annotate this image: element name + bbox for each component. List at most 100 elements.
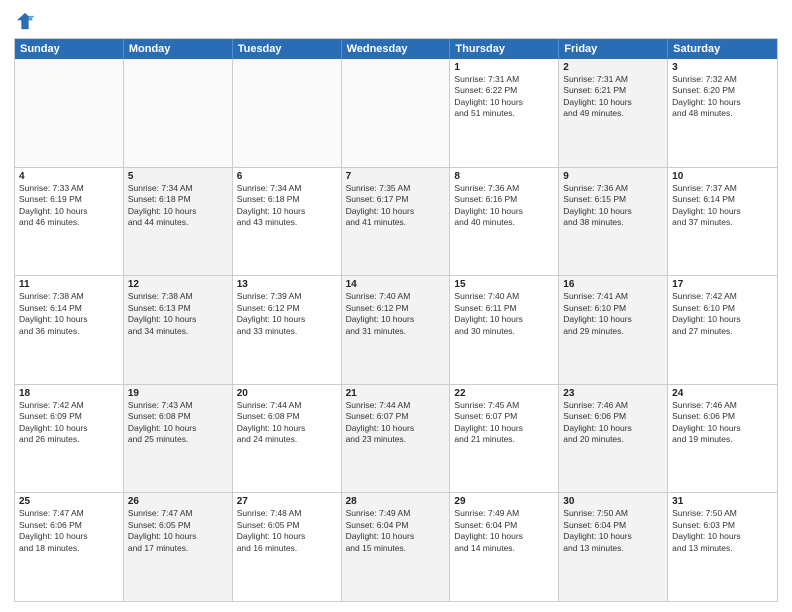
- day-number: 21: [346, 388, 446, 399]
- day-info: Sunrise: 7:42 AM Sunset: 6:09 PM Dayligh…: [19, 400, 119, 446]
- day-number: 16: [563, 279, 663, 290]
- day-cell-13: 13Sunrise: 7:39 AM Sunset: 6:12 PM Dayli…: [233, 276, 342, 384]
- day-info: Sunrise: 7:34 AM Sunset: 6:18 PM Dayligh…: [237, 183, 337, 229]
- day-info: Sunrise: 7:45 AM Sunset: 6:07 PM Dayligh…: [454, 400, 554, 446]
- empty-cell-0-2: [233, 59, 342, 167]
- day-info: Sunrise: 7:49 AM Sunset: 6:04 PM Dayligh…: [346, 508, 446, 554]
- day-info: Sunrise: 7:50 AM Sunset: 6:03 PM Dayligh…: [672, 508, 773, 554]
- day-info: Sunrise: 7:38 AM Sunset: 6:13 PM Dayligh…: [128, 291, 228, 337]
- day-number: 4: [19, 171, 119, 182]
- day-cell-16: 16Sunrise: 7:41 AM Sunset: 6:10 PM Dayli…: [559, 276, 668, 384]
- day-number: 1: [454, 62, 554, 73]
- day-cell-4: 4Sunrise: 7:33 AM Sunset: 6:19 PM Daylig…: [15, 168, 124, 276]
- weekday-header-monday: Monday: [124, 39, 233, 59]
- day-info: Sunrise: 7:47 AM Sunset: 6:06 PM Dayligh…: [19, 508, 119, 554]
- header: [14, 10, 778, 32]
- day-info: Sunrise: 7:31 AM Sunset: 6:22 PM Dayligh…: [454, 74, 554, 120]
- day-info: Sunrise: 7:47 AM Sunset: 6:05 PM Dayligh…: [128, 508, 228, 554]
- day-number: 3: [672, 62, 773, 73]
- day-number: 12: [128, 279, 228, 290]
- day-info: Sunrise: 7:40 AM Sunset: 6:12 PM Dayligh…: [346, 291, 446, 337]
- day-number: 24: [672, 388, 773, 399]
- day-info: Sunrise: 7:46 AM Sunset: 6:06 PM Dayligh…: [563, 400, 663, 446]
- day-number: 13: [237, 279, 337, 290]
- day-cell-11: 11Sunrise: 7:38 AM Sunset: 6:14 PM Dayli…: [15, 276, 124, 384]
- day-cell-10: 10Sunrise: 7:37 AM Sunset: 6:14 PM Dayli…: [668, 168, 777, 276]
- day-number: 14: [346, 279, 446, 290]
- day-cell-19: 19Sunrise: 7:43 AM Sunset: 6:08 PM Dayli…: [124, 385, 233, 493]
- day-cell-18: 18Sunrise: 7:42 AM Sunset: 6:09 PM Dayli…: [15, 385, 124, 493]
- day-info: Sunrise: 7:36 AM Sunset: 6:16 PM Dayligh…: [454, 183, 554, 229]
- day-info: Sunrise: 7:40 AM Sunset: 6:11 PM Dayligh…: [454, 291, 554, 337]
- day-number: 30: [563, 496, 663, 507]
- day-number: 17: [672, 279, 773, 290]
- weekday-header-wednesday: Wednesday: [342, 39, 451, 59]
- day-number: 19: [128, 388, 228, 399]
- day-info: Sunrise: 7:42 AM Sunset: 6:10 PM Dayligh…: [672, 291, 773, 337]
- day-info: Sunrise: 7:46 AM Sunset: 6:06 PM Dayligh…: [672, 400, 773, 446]
- day-number: 6: [237, 171, 337, 182]
- day-number: 15: [454, 279, 554, 290]
- empty-cell-0-1: [124, 59, 233, 167]
- weekday-header-saturday: Saturday: [668, 39, 777, 59]
- weekday-header-tuesday: Tuesday: [233, 39, 342, 59]
- weekday-header-sunday: Sunday: [15, 39, 124, 59]
- day-number: 29: [454, 496, 554, 507]
- day-number: 10: [672, 171, 773, 182]
- day-number: 2: [563, 62, 663, 73]
- calendar-row-4: 18Sunrise: 7:42 AM Sunset: 6:09 PM Dayli…: [15, 385, 777, 494]
- day-cell-31: 31Sunrise: 7:50 AM Sunset: 6:03 PM Dayli…: [668, 493, 777, 601]
- weekday-header-friday: Friday: [559, 39, 668, 59]
- day-number: 22: [454, 388, 554, 399]
- day-info: Sunrise: 7:36 AM Sunset: 6:15 PM Dayligh…: [563, 183, 663, 229]
- day-number: 5: [128, 171, 228, 182]
- day-info: Sunrise: 7:41 AM Sunset: 6:10 PM Dayligh…: [563, 291, 663, 337]
- day-number: 9: [563, 171, 663, 182]
- calendar-body: 1Sunrise: 7:31 AM Sunset: 6:22 PM Daylig…: [15, 59, 777, 601]
- day-cell-24: 24Sunrise: 7:46 AM Sunset: 6:06 PM Dayli…: [668, 385, 777, 493]
- day-number: 25: [19, 496, 119, 507]
- day-info: Sunrise: 7:38 AM Sunset: 6:14 PM Dayligh…: [19, 291, 119, 337]
- weekday-header-thursday: Thursday: [450, 39, 559, 59]
- day-info: Sunrise: 7:32 AM Sunset: 6:20 PM Dayligh…: [672, 74, 773, 120]
- day-cell-28: 28Sunrise: 7:49 AM Sunset: 6:04 PM Dayli…: [342, 493, 451, 601]
- day-number: 20: [237, 388, 337, 399]
- page: SundayMondayTuesdayWednesdayThursdayFrid…: [0, 0, 792, 612]
- day-cell-20: 20Sunrise: 7:44 AM Sunset: 6:08 PM Dayli…: [233, 385, 342, 493]
- logo-icon: [14, 10, 36, 32]
- day-cell-21: 21Sunrise: 7:44 AM Sunset: 6:07 PM Dayli…: [342, 385, 451, 493]
- day-info: Sunrise: 7:33 AM Sunset: 6:19 PM Dayligh…: [19, 183, 119, 229]
- day-info: Sunrise: 7:50 AM Sunset: 6:04 PM Dayligh…: [563, 508, 663, 554]
- day-number: 23: [563, 388, 663, 399]
- day-info: Sunrise: 7:43 AM Sunset: 6:08 PM Dayligh…: [128, 400, 228, 446]
- day-number: 18: [19, 388, 119, 399]
- day-cell-14: 14Sunrise: 7:40 AM Sunset: 6:12 PM Dayli…: [342, 276, 451, 384]
- day-cell-2: 2Sunrise: 7:31 AM Sunset: 6:21 PM Daylig…: [559, 59, 668, 167]
- day-cell-22: 22Sunrise: 7:45 AM Sunset: 6:07 PM Dayli…: [450, 385, 559, 493]
- day-number: 26: [128, 496, 228, 507]
- day-number: 11: [19, 279, 119, 290]
- empty-cell-0-3: [342, 59, 451, 167]
- day-info: Sunrise: 7:34 AM Sunset: 6:18 PM Dayligh…: [128, 183, 228, 229]
- day-info: Sunrise: 7:31 AM Sunset: 6:21 PM Dayligh…: [563, 74, 663, 120]
- calendar-row-1: 1Sunrise: 7:31 AM Sunset: 6:22 PM Daylig…: [15, 59, 777, 168]
- day-cell-25: 25Sunrise: 7:47 AM Sunset: 6:06 PM Dayli…: [15, 493, 124, 601]
- day-cell-6: 6Sunrise: 7:34 AM Sunset: 6:18 PM Daylig…: [233, 168, 342, 276]
- calendar-header: SundayMondayTuesdayWednesdayThursdayFrid…: [15, 39, 777, 59]
- day-info: Sunrise: 7:39 AM Sunset: 6:12 PM Dayligh…: [237, 291, 337, 337]
- calendar: SundayMondayTuesdayWednesdayThursdayFrid…: [14, 38, 778, 602]
- day-number: 27: [237, 496, 337, 507]
- day-cell-17: 17Sunrise: 7:42 AM Sunset: 6:10 PM Dayli…: [668, 276, 777, 384]
- calendar-row-2: 4Sunrise: 7:33 AM Sunset: 6:19 PM Daylig…: [15, 168, 777, 277]
- day-info: Sunrise: 7:49 AM Sunset: 6:04 PM Dayligh…: [454, 508, 554, 554]
- day-number: 8: [454, 171, 554, 182]
- logo: [14, 10, 40, 32]
- calendar-row-3: 11Sunrise: 7:38 AM Sunset: 6:14 PM Dayli…: [15, 276, 777, 385]
- day-info: Sunrise: 7:44 AM Sunset: 6:08 PM Dayligh…: [237, 400, 337, 446]
- day-info: Sunrise: 7:44 AM Sunset: 6:07 PM Dayligh…: [346, 400, 446, 446]
- day-number: 31: [672, 496, 773, 507]
- day-cell-27: 27Sunrise: 7:48 AM Sunset: 6:05 PM Dayli…: [233, 493, 342, 601]
- day-info: Sunrise: 7:35 AM Sunset: 6:17 PM Dayligh…: [346, 183, 446, 229]
- day-cell-3: 3Sunrise: 7:32 AM Sunset: 6:20 PM Daylig…: [668, 59, 777, 167]
- day-cell-29: 29Sunrise: 7:49 AM Sunset: 6:04 PM Dayli…: [450, 493, 559, 601]
